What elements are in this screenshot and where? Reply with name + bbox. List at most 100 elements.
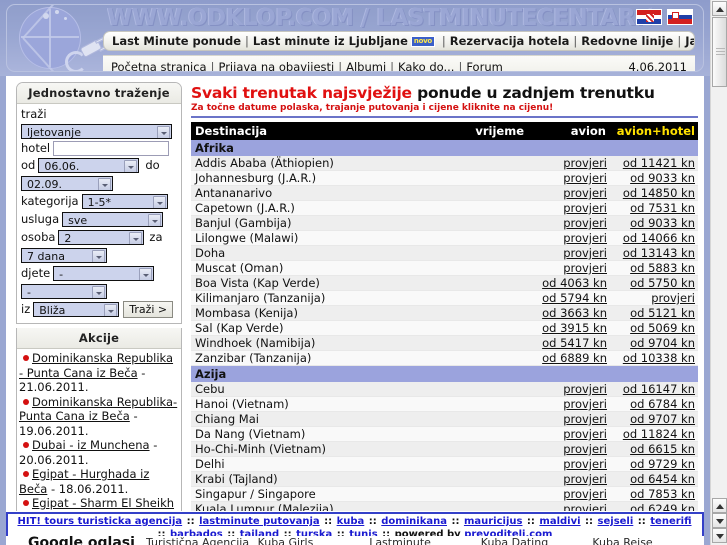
avion-hotel-price-link[interactable]: od 5121 kn	[630, 306, 695, 320]
avion-price-link[interactable]: od 5794 kn	[542, 291, 607, 305]
cell-avion[interactable]: od 3915 kn	[528, 320, 610, 336]
croatia-flag[interactable]	[636, 9, 662, 25]
scroll-down-button[interactable]	[712, 528, 727, 543]
avion-price-link[interactable]: provjeri	[563, 412, 607, 426]
cell-avion-hotel[interactable]: od 6615 kn	[610, 441, 698, 457]
polaziste-select[interactable]: Bliža	[33, 302, 120, 317]
cell-avion-hotel[interactable]: od 9707 kn	[610, 411, 698, 427]
avion-hotel-price-link[interactable]: od 11824 kn	[623, 427, 695, 441]
footer-link[interactable]: kuba	[337, 516, 365, 527]
usluga-select[interactable]: sve	[62, 212, 164, 227]
avion-hotel-price-link[interactable]: od 9704 kn	[630, 336, 695, 350]
date-to-select[interactable]: 02.09.	[21, 176, 113, 191]
cell-avion[interactable]: od 3663 kn	[528, 305, 610, 321]
search-submit-button[interactable]: Traži >	[123, 301, 174, 318]
avion-price-link[interactable]: od 3915 kn	[542, 321, 607, 335]
cell-avion-hotel[interactable]: od 5883 kn	[610, 260, 698, 276]
avion-price-link[interactable]: provjeri	[563, 442, 607, 456]
scroll-down-button-inner[interactable]	[712, 513, 727, 528]
cell-avion[interactable]: od 5794 kn	[528, 290, 610, 306]
cell-avion-hotel[interactable]: od 11421 kn	[610, 156, 698, 171]
avion-hotel-price-link[interactable]: od 13143 kn	[623, 246, 695, 260]
akcije-link[interactable]: Egipat - Sharm El Sheikh iz Beča	[19, 496, 174, 511]
trajanje-select[interactable]: 7 dana	[21, 248, 107, 263]
cell-avion[interactable]: provjeri	[528, 215, 610, 231]
avion-price-link[interactable]: provjeri	[563, 457, 607, 471]
nav-forum[interactable]: Forum	[466, 60, 502, 72]
cell-avion[interactable]: provjeri	[528, 170, 610, 186]
cell-avion-hotel[interactable]: od 16147 kn	[610, 382, 698, 397]
cell-avion[interactable]: provjeri	[528, 382, 610, 397]
cell-avion-hotel[interactable]: od 9033 kn	[610, 170, 698, 186]
cell-avion[interactable]: provjeri	[528, 456, 610, 472]
avion-price-link[interactable]: od 4063 kn	[542, 276, 607, 290]
avion-price-link[interactable]: provjeri	[563, 156, 607, 170]
nav-pocetna-stranica[interactable]: Početna stranica	[111, 60, 207, 72]
cell-avion[interactable]: provjeri	[528, 441, 610, 457]
cell-avion[interactable]: provjeri	[528, 245, 610, 261]
footer-link[interactable]: mauricijus	[464, 516, 523, 527]
cell-avion-hotel[interactable]: od 9704 kn	[610, 335, 698, 351]
cell-avion-hotel[interactable]: od 5750 kn	[610, 275, 698, 291]
cell-avion[interactable]: od 5417 kn	[528, 335, 610, 351]
akcije-link[interactable]: Dominikanska Republika- Punta Cana iz Be…	[19, 395, 177, 424]
akcije-link[interactable]: Dubai - iz Munchena	[32, 438, 150, 452]
nav-prijava-na-obavijesti[interactable]: Prijava na obavijesti	[218, 60, 334, 72]
cell-avion-hotel[interactable]: od 13143 kn	[610, 245, 698, 261]
avion-price-link[interactable]: provjeri	[563, 186, 607, 200]
avion-price-link[interactable]: provjeri	[563, 216, 607, 230]
cell-avion-hotel[interactable]: od 6784 kn	[610, 396, 698, 412]
cell-avion-hotel[interactable]: od 14850 kn	[610, 185, 698, 201]
cell-avion[interactable]: provjeri	[528, 411, 610, 427]
avion-hotel-price-link[interactable]: od 16147 kn	[623, 382, 695, 396]
nav-last-minute-ljubljana[interactable]: Last minute iz Ljubljane	[253, 34, 408, 48]
avion-hotel-price-link[interactable]: od 10338 kn	[623, 351, 695, 365]
avion-hotel-price-link[interactable]: od 11421 kn	[623, 156, 695, 170]
footer-link[interactable]: HIT! tours turisticka agencija	[17, 516, 182, 527]
avion-hotel-price-link[interactable]: provjeri	[651, 291, 695, 305]
avion-hotel-price-link[interactable]: od 5883 kn	[630, 261, 695, 275]
cell-avion[interactable]: provjeri	[528, 501, 610, 511]
nav-kako-do[interactable]: Kako do...	[398, 60, 454, 72]
cell-avion-hotel[interactable]: od 14066 kn	[610, 230, 698, 246]
avion-hotel-price-link[interactable]: od 5750 kn	[630, 276, 695, 290]
cell-avion[interactable]: provjeri	[528, 486, 610, 502]
avion-hotel-price-link[interactable]: od 6454 kn	[630, 472, 695, 486]
cell-avion-hotel[interactable]: od 6249 kn	[610, 501, 698, 511]
cell-avion[interactable]: provjeri	[528, 200, 610, 216]
avion-hotel-price-link[interactable]: od 6249 kn	[630, 502, 695, 511]
footer-link[interactable]: tenerifi	[650, 516, 691, 527]
cell-avion-hotel[interactable]: od 7853 kn	[610, 486, 698, 502]
cell-avion[interactable]: provjeri	[528, 230, 610, 246]
google-ad-item[interactable]: Turistična Agencija	[146, 536, 258, 545]
slovenia-flag[interactable]	[667, 9, 693, 25]
scroll-up-button[interactable]	[712, 1, 727, 16]
avion-price-link[interactable]: provjeri	[563, 246, 607, 260]
nav-last-minute-ponude[interactable]: Last Minute ponude	[112, 34, 241, 48]
cell-avion[interactable]: provjeri	[528, 396, 610, 412]
cell-avion-hotel[interactable]: od 6454 kn	[610, 471, 698, 487]
cell-avion-hotel[interactable]: od 10338 kn	[610, 350, 698, 366]
avion-price-link[interactable]: provjeri	[563, 487, 607, 501]
avion-price-link[interactable]: od 6889 kn	[542, 351, 607, 365]
avion-price-link[interactable]: provjeri	[563, 201, 607, 215]
avion-hotel-price-link[interactable]: od 9033 kn	[630, 171, 695, 185]
avion-hotel-price-link[interactable]: od 9729 kn	[630, 457, 695, 471]
cell-avion-hotel[interactable]: od 5069 kn	[610, 320, 698, 336]
cell-avion-hotel[interactable]: od 5121 kn	[610, 305, 698, 321]
cell-avion[interactable]: provjeri	[528, 185, 610, 201]
cell-avion-hotel[interactable]: od 7531 kn	[610, 200, 698, 216]
date-from-select[interactable]: 06.06.	[38, 158, 140, 173]
vertical-scrollbar[interactable]	[710, 0, 727, 545]
search-type-select[interactable]: ljetovanje	[21, 124, 172, 139]
google-ad-item[interactable]: Kuba Dating	[481, 536, 593, 545]
footer-link[interactable]: lastminute putovanja	[199, 516, 320, 527]
djete-1-select[interactable]: -	[53, 266, 155, 281]
avion-hotel-price-link[interactable]: od 5069 kn	[630, 321, 695, 335]
avion-price-link[interactable]: provjeri	[563, 382, 607, 396]
avion-price-link[interactable]: provjeri	[563, 171, 607, 185]
cell-avion-hotel[interactable]: provjeri	[610, 290, 698, 306]
nav-redovne-linije[interactable]: Redovne linije	[581, 34, 673, 48]
footer-link[interactable]: maldivi	[539, 516, 580, 527]
avion-hotel-price-link[interactable]: od 7531 kn	[630, 201, 695, 215]
